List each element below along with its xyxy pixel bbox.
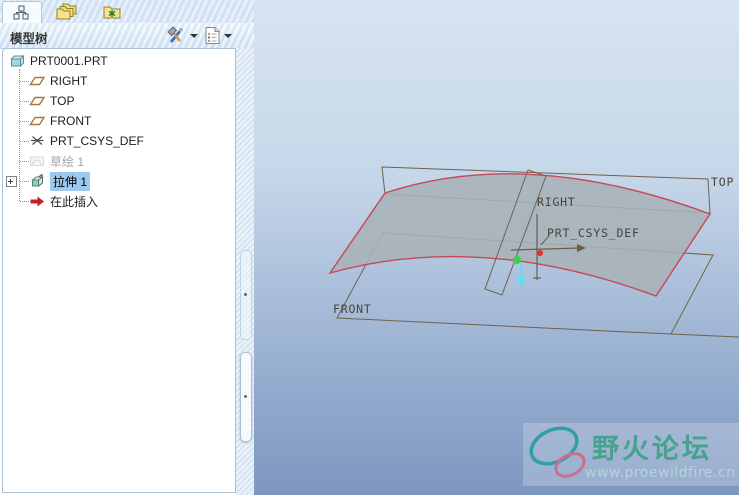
sash-collapse-handle[interactable] [240, 250, 252, 340]
folder-star-icon [103, 6, 121, 18]
sketch-icon [30, 156, 44, 166]
extrude-icon [31, 174, 44, 187]
datum-plane-icon [29, 76, 46, 86]
tree-row-part[interactable]: PRT0001.PRT [3, 51, 235, 71]
model-scene: TOP RIGHT FRONT PRT_CSYS_DEF 野火论坛 www.pr… [328, 166, 739, 486]
tree-row-insert-here[interactable]: 在此插入 [3, 191, 235, 211]
tree-row-sketch[interactable]: 草绘 1 [3, 151, 235, 171]
tree-label: FRONT [50, 114, 92, 128]
datum-plane-icon [29, 96, 46, 106]
label-right-plane[interactable]: RIGHT [537, 195, 576, 209]
tree-settings-button[interactable] [163, 26, 200, 45]
model-tree-panel: PRT0001.PRT RIGHT TOP FRONT PRT_CSYS_DEF… [2, 48, 236, 493]
tree-row-extrude[interactable]: 拉伸 1 [3, 171, 235, 191]
tree-row-csys[interactable]: PRT_CSYS_DEF [3, 131, 235, 151]
sash-dot [244, 395, 247, 398]
proe-window: 模型树 PRT0001.PRT RIGHT TOP FRONT PRT_CSYS… [0, 0, 739, 495]
expand-plus-box[interactable] [6, 176, 17, 187]
label-csys[interactable]: PRT_CSYS_DEF [547, 226, 640, 240]
datum-plane-icon [29, 116, 46, 126]
tree-label: RIGHT [50, 74, 88, 88]
watermark-url: www.proewildfire.cn [585, 465, 736, 481]
model-tree: PRT0001.PRT RIGHT TOP FRONT PRT_CSYS_DEF… [3, 49, 235, 211]
csys-red-dot [537, 250, 543, 256]
tree-row-top-plane[interactable]: TOP [3, 91, 235, 111]
tab-favorites[interactable] [92, 1, 132, 22]
sash-drag-handle[interactable] [240, 352, 252, 442]
front-plane-edge-extension [670, 333, 739, 338]
graphics-viewport[interactable]: TOP RIGHT FRONT PRT_CSYS_DEF 野火论坛 www.pr… [254, 0, 739, 495]
csys-y-arrowhead [516, 278, 526, 287]
checklist-icon [205, 27, 220, 44]
tree-label: 在此插入 [50, 194, 99, 209]
csys-origin-dot [513, 256, 521, 264]
tree-row-right-plane[interactable]: RIGHT [3, 71, 235, 91]
folders-icon [56, 3, 77, 20]
insert-arrow-icon [30, 196, 44, 207]
label-front-plane[interactable]: FRONT [333, 302, 372, 316]
filters-dropdown-caret [224, 33, 232, 38]
watermark: 野火论坛 www.proewildfire.cn [523, 423, 739, 486]
navigator-header: 模型树 [0, 23, 254, 49]
settings-dropdown-caret [190, 33, 198, 38]
navigator-sash [236, 48, 254, 495]
tree-label: PRT0001.PRT [30, 54, 108, 68]
label-top-plane[interactable]: TOP [711, 175, 734, 189]
tab-model-tree[interactable] [2, 1, 42, 23]
watermark-title: 野火论坛 [592, 434, 712, 465]
tree-label: TOP [50, 94, 75, 108]
navigator-title: 模型树 [10, 32, 48, 46]
tab-folder-browser[interactable] [46, 1, 88, 22]
part-icon [10, 54, 25, 68]
tree-filters-button[interactable] [202, 26, 234, 45]
model-tree-icon [13, 5, 29, 19]
tree-label: PRT_CSYS_DEF [50, 134, 144, 148]
sash-dot [244, 293, 247, 296]
navigator-tabbar [0, 0, 254, 24]
tree-label-selected: 拉伸 1 [50, 171, 91, 191]
csys-icon [31, 136, 44, 145]
tools-icon [167, 26, 184, 43]
tree-row-front-plane[interactable]: FRONT [3, 111, 235, 131]
tree-label: 草绘 1 [50, 154, 85, 169]
